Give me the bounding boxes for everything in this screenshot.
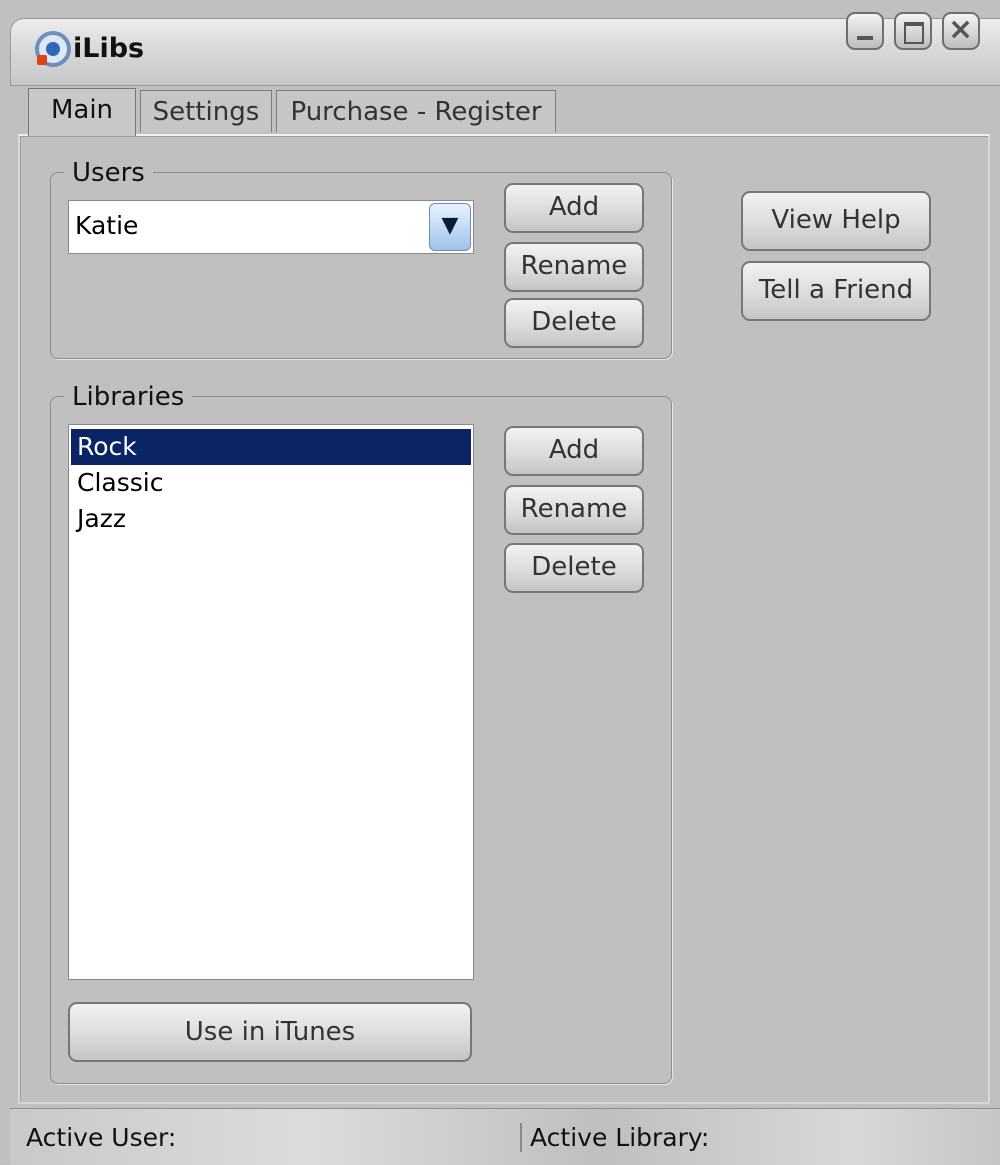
minimize-icon <box>857 36 873 40</box>
window-title: iLibs <box>73 33 145 64</box>
status-active-library: Active Library: <box>520 1123 709 1152</box>
minimize-button[interactable] <box>846 12 884 50</box>
rename-library-button[interactable]: Rename <box>504 485 644 535</box>
add-user-button[interactable]: Add <box>504 183 644 233</box>
list-item[interactable]: Jazz <box>71 501 471 537</box>
delete-user-button[interactable]: Delete <box>504 298 644 348</box>
close-button[interactable]: × <box>942 12 980 50</box>
maximize-button[interactable] <box>894 12 932 50</box>
status-active-user: Active User: <box>26 1123 177 1152</box>
maximize-icon <box>904 22 924 44</box>
close-icon: × <box>948 12 974 47</box>
users-group-label: Users <box>64 158 153 188</box>
add-library-button[interactable]: Add <box>504 426 644 476</box>
app-icon <box>35 31 71 67</box>
users-combo-value: Katie <box>75 211 139 240</box>
delete-library-button[interactable]: Delete <box>504 543 644 593</box>
use-in-itunes-button[interactable]: Use in iTunes <box>68 1002 472 1062</box>
view-help-button[interactable]: View Help <box>741 191 931 251</box>
list-item[interactable]: Rock <box>70 428 472 466</box>
triangle-down-icon[interactable]: ▼ <box>429 203 471 251</box>
status-bar: Active User: Active Library: <box>10 1108 1000 1165</box>
tell-a-friend-button[interactable]: Tell a Friend <box>741 261 931 321</box>
ilibs-window: iLibs × Main Settings Purchase - Registe… <box>0 0 1000 1165</box>
libraries-group-label: Libraries <box>64 382 193 412</box>
tab-main[interactable]: Main <box>28 88 136 136</box>
rename-user-button[interactable]: Rename <box>504 242 644 292</box>
libraries-listbox[interactable]: Rock Classic Jazz <box>68 424 474 980</box>
list-item[interactable]: Classic <box>71 465 471 501</box>
tab-settings[interactable]: Settings <box>140 90 272 132</box>
tab-purchase-register[interactable]: Purchase - Register <box>276 90 556 132</box>
users-combo[interactable]: Katie ▼ <box>68 200 474 254</box>
